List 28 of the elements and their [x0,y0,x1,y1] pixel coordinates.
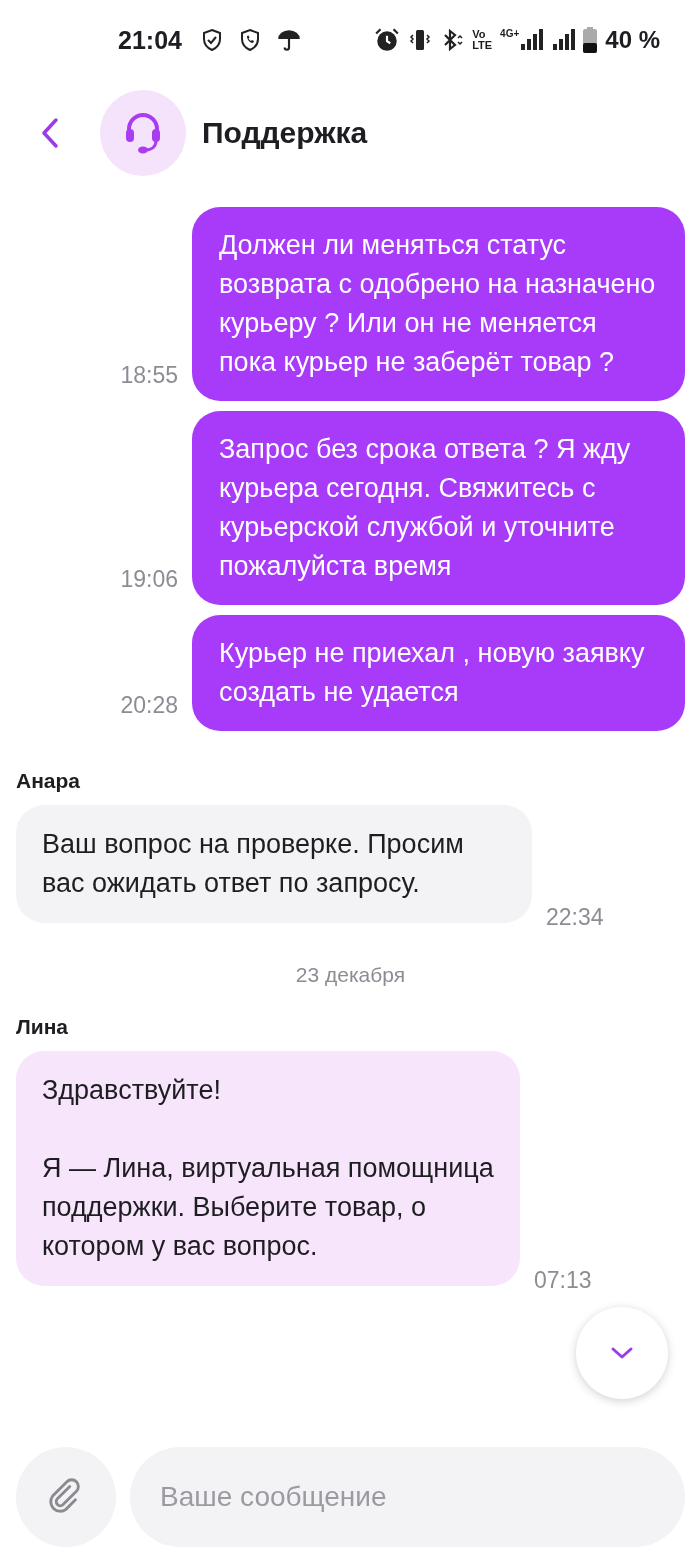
outgoing-message: Запрос без срока ответа ? Я жду курьера сегодня. Свяжитесь с курьерской службой и уточните пожалуйста время [192,411,685,605]
incoming-message: Ваш вопрос на проверке. Просим вас ожидать ответ по запросу. [16,805,532,923]
message-time: 07:13 [534,1267,592,1294]
message-time: 20:28 [120,692,178,720]
sender-name: Лина [16,1015,69,1039]
chat-title: Поддержка [202,115,368,150]
message-input[interactable]: Ваше сообщение [130,1447,685,1547]
signal-icon [551,28,576,52]
message-time: 22:34 [546,904,604,931]
volte-indicator: Vo LTE [472,29,493,51]
battery-percentage: 40 % [605,26,660,54]
message-time: 19:06 [120,566,178,594]
clock-time: 21:04 [118,25,182,55]
chevron-down-icon [610,1346,634,1360]
message-time: 18:55 [120,362,178,390]
umbrella-icon [275,27,302,53]
network-type: 4G+ [500,28,520,39]
signal-icon [519,28,544,52]
outgoing-message: Должен ли меняться статус возврата с одобрено на назначено курьеру ? Или он не меняется пока курьер не заберёт товар ? [192,207,685,401]
headset-icon [123,110,163,155]
outgoing-message: Курьер не приехал , новую заявку создать не удается [192,615,685,731]
sender-name: Анара [16,769,82,793]
vibrate-icon [408,28,433,52]
alarm-clock-icon [374,27,401,53]
back-icon [40,116,60,149]
battery-icon [583,27,598,53]
date-separator: 23 декабря [294,963,407,987]
incoming-message: Здравствуйте! Я — Лина, виртуальная помощница поддержки. Выберите товар, о котором у вас вопрос. [16,1051,520,1286]
